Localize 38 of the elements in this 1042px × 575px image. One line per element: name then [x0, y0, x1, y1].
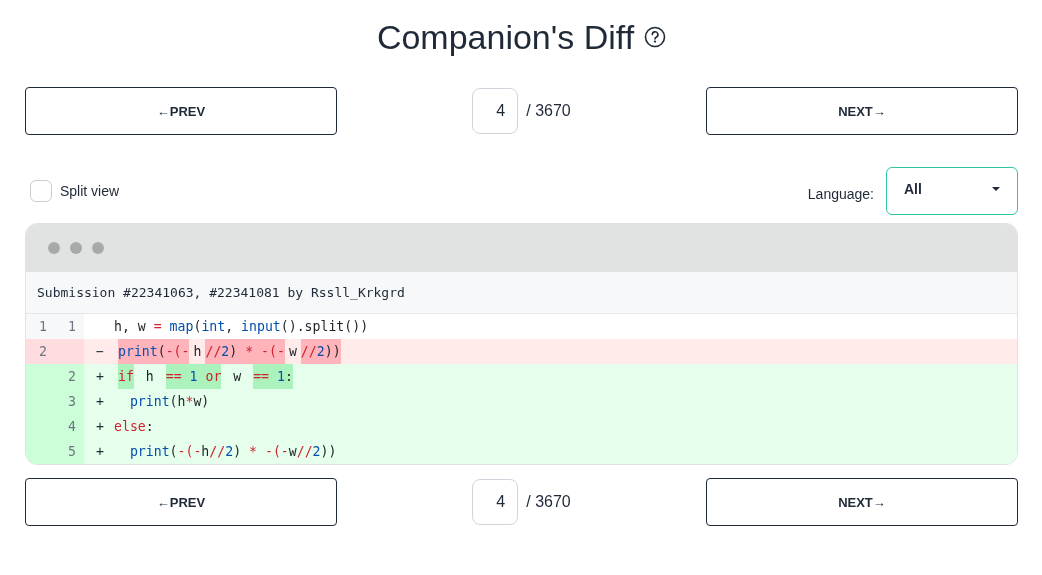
diff-sign: + [95, 419, 105, 434]
line-number: 1 [26, 314, 55, 339]
split-view-label: Split view [60, 183, 120, 199]
next-button[interactable]: NEXT→ [706, 478, 1018, 526]
code-line: print(h*w) [128, 393, 210, 411]
code-line: print(-(- h //2) * -(- w //2)) [114, 339, 345, 364]
code-line: else: [114, 418, 154, 436]
help-icon [644, 26, 667, 48]
code-line: h, w = map(int, input().split()) [114, 318, 369, 336]
line-number: 1 [55, 314, 84, 339]
caret-icon [991, 186, 1001, 192]
next-button[interactable]: NEXT→ [706, 87, 1018, 135]
page-number-field[interactable]: 4 [472, 88, 519, 134]
line-number: 3 [55, 389, 84, 414]
page-title: Companion's Diff [376, 17, 635, 57]
window-dot-icon [70, 242, 82, 254]
line-number: 2 [26, 339, 55, 364]
language-label: Language: [807, 186, 874, 202]
code-line: print(-(-h//2) * -(-w//2)) [128, 443, 337, 461]
prev-button[interactable]: ←PREV [25, 478, 337, 526]
diff-sign: + [95, 444, 105, 459]
language-dropdown[interactable]: All [886, 167, 1018, 215]
split-view-checkbox[interactable] [30, 180, 52, 202]
code-line: if h == 1 or w == 1: [114, 364, 297, 389]
page-total: / 3670 [526, 493, 571, 511]
page-number-field[interactable]: 4 [472, 479, 519, 525]
window-dot-icon [92, 242, 104, 254]
diff-header: Submission #22341063, #22341081 by Rssll_Krkgrd [26, 272, 1017, 314]
prev-button[interactable]: ←PREV [25, 87, 337, 135]
window-dot-icon [48, 242, 60, 254]
gutter-cell [55, 339, 84, 364]
diff-sign: + [95, 394, 105, 409]
page-total: / 3670 [526, 102, 571, 120]
diff-sign: + [95, 369, 105, 384]
diff-sign: − [95, 344, 105, 359]
line-number: 5 [55, 439, 84, 464]
line-number: 2 [55, 364, 84, 389]
line-number: 4 [55, 414, 84, 439]
